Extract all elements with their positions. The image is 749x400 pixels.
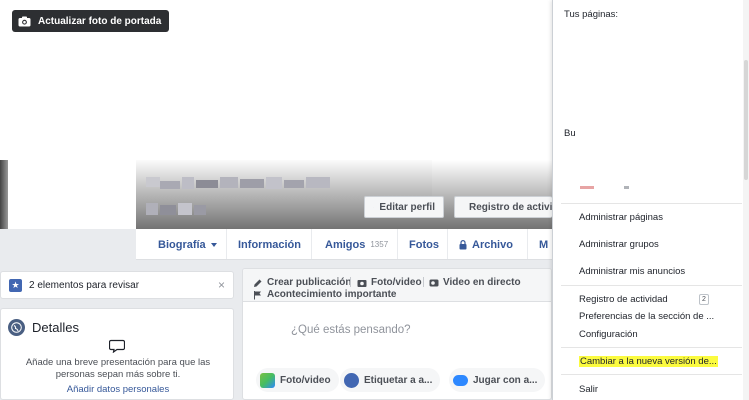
tab-archivo[interactable]: Archivo bbox=[448, 229, 528, 259]
tab-more[interactable]: M bbox=[528, 229, 552, 259]
post-composer: Crear publicación Foto/video Video en di… bbox=[242, 268, 552, 400]
edit-profile-button[interactable]: Editar perfil bbox=[364, 196, 444, 218]
tab-separator bbox=[423, 277, 424, 287]
tab-informacion[interactable]: Información bbox=[227, 229, 312, 259]
cover-shadow-left bbox=[0, 160, 8, 229]
tab-amigos[interactable]: Amigos 1357 bbox=[312, 229, 398, 259]
composer-input[interactable]: ¿Qué estás pensando? bbox=[291, 324, 411, 336]
tab-life-event[interactable]: Acontecimiento importante bbox=[253, 289, 396, 300]
gamepad-icon bbox=[453, 374, 468, 386]
photo-video-button-label: Foto/video bbox=[280, 374, 331, 386]
camera-icon bbox=[357, 279, 367, 287]
globe-icon bbox=[8, 319, 25, 336]
tag-friends-icon bbox=[344, 372, 359, 388]
tab-live-video[interactable]: Video en directo bbox=[429, 277, 521, 288]
tab-create-post-label: Crear publicación bbox=[267, 277, 352, 288]
tab-archivo-label: Archivo bbox=[472, 238, 513, 251]
details-description: Añade una breve presentación para que la… bbox=[25, 357, 211, 380]
flag-icon bbox=[254, 290, 261, 299]
menu-divider bbox=[561, 203, 742, 204]
account-dropdown-menu: Tus páginas: Bu Administrar páginas Admi… bbox=[552, 0, 749, 400]
update-cover-photo-button[interactable]: Actualizar foto de portada bbox=[12, 10, 170, 32]
tab-more-label: M bbox=[539, 238, 549, 251]
menu-item-manage-pages[interactable]: Administrar páginas bbox=[579, 210, 739, 224]
tab-biografia-label: Biografía bbox=[158, 238, 206, 251]
activity-log-label: Registro de activid bbox=[469, 201, 552, 213]
review-items-text: 2 elementos para revisar bbox=[29, 279, 140, 291]
review-items-box[interactable]: ★ 2 elementos para revisar × bbox=[0, 271, 234, 299]
play-with-button[interactable]: Jugar con a... bbox=[449, 368, 546, 392]
caret-down-icon bbox=[210, 242, 217, 247]
star-icon: ★ bbox=[9, 278, 22, 292]
tab-amigos-label: Amigos bbox=[325, 238, 366, 251]
avatar bbox=[254, 318, 282, 346]
details-title: Detalles bbox=[32, 320, 79, 335]
tag-friends-button[interactable]: Etiquetar a a... bbox=[340, 368, 441, 392]
menu-item-log-out[interactable]: Salir bbox=[579, 382, 739, 396]
menu-item-settings[interactable]: Configuración bbox=[579, 327, 739, 341]
menu-divider bbox=[561, 285, 742, 286]
tag-friends-button-label: Etiquetar a a... bbox=[364, 374, 433, 386]
tab-create-post[interactable]: Crear publicación bbox=[253, 277, 351, 288]
tab-life-event-label: Acontecimiento importante bbox=[267, 289, 397, 300]
menu-item-manage-groups[interactable]: Administrar grupos bbox=[579, 237, 739, 251]
edit-profile-label: Editar perfil bbox=[379, 201, 435, 213]
menu-item-switch-new-version[interactable]: Cambiar a la nueva versión de... bbox=[579, 354, 739, 368]
pencil-icon bbox=[254, 279, 262, 287]
speech-bubble-icon bbox=[109, 339, 125, 353]
update-cover-photo-label: Actualizar foto de portada bbox=[38, 15, 162, 27]
menu-item-news-feed-preferences[interactable]: Preferencias de la sección de ... bbox=[579, 309, 739, 323]
tab-informacion-label: Información bbox=[238, 238, 301, 251]
friends-count: 1357 bbox=[370, 240, 389, 249]
menu-scrollbar-thumb[interactable] bbox=[744, 60, 748, 180]
truncated-item-fragment bbox=[580, 186, 640, 190]
your-pages-heading: Tus páginas: bbox=[564, 9, 619, 20]
menu-item-activity-log[interactable]: Registro de actividad bbox=[579, 292, 739, 306]
details-header: Detalles bbox=[8, 319, 79, 336]
add-personal-data-link[interactable]: Añadir datos personales bbox=[1, 384, 235, 395]
play-with-button-label: Jugar con a... bbox=[473, 374, 538, 386]
menu-divider bbox=[561, 347, 742, 348]
profile-name-pixelated bbox=[146, 177, 332, 221]
activity-log-button[interactable]: Registro de activid bbox=[454, 196, 552, 218]
tab-fotos[interactable]: Fotos bbox=[398, 229, 448, 259]
profile-nav: Biografía Información Amigos 1357 Fotos … bbox=[136, 229, 552, 260]
composer-tabs: Crear publicación Foto/video Video en di… bbox=[243, 269, 551, 302]
cover-shadow-right bbox=[432, 160, 552, 229]
video-camera-icon bbox=[429, 279, 439, 286]
tab-photo-video-label: Foto/video bbox=[371, 277, 422, 288]
tab-biografia[interactable]: Biografía bbox=[136, 229, 227, 259]
lock-icon bbox=[459, 239, 467, 249]
tab-fotos-label: Fotos bbox=[409, 238, 439, 251]
details-card: Detalles Añade una breve presentación pa… bbox=[0, 308, 234, 400]
camera-icon bbox=[18, 16, 31, 26]
menu-subheading: Bu bbox=[564, 128, 576, 139]
tab-photo-video[interactable]: Foto/video bbox=[357, 277, 422, 288]
menu-item-manage-ads[interactable]: Administrar mis anuncios bbox=[579, 264, 739, 278]
close-icon[interactable]: × bbox=[218, 278, 225, 292]
tab-separator bbox=[350, 277, 351, 287]
menu-divider bbox=[561, 374, 742, 375]
switch-new-version-label: Cambiar a la nueva versión de... bbox=[579, 355, 718, 367]
menu-scrollbar[interactable] bbox=[743, 0, 749, 400]
tab-live-video-label: Video en directo bbox=[443, 277, 521, 288]
composer-actions: Foto/video Etiquetar a a... Jugar con a.… bbox=[243, 365, 551, 399]
activity-badge: 2 bbox=[699, 294, 709, 305]
photo-icon bbox=[260, 372, 275, 388]
photo-video-button[interactable]: Foto/video bbox=[256, 368, 339, 392]
